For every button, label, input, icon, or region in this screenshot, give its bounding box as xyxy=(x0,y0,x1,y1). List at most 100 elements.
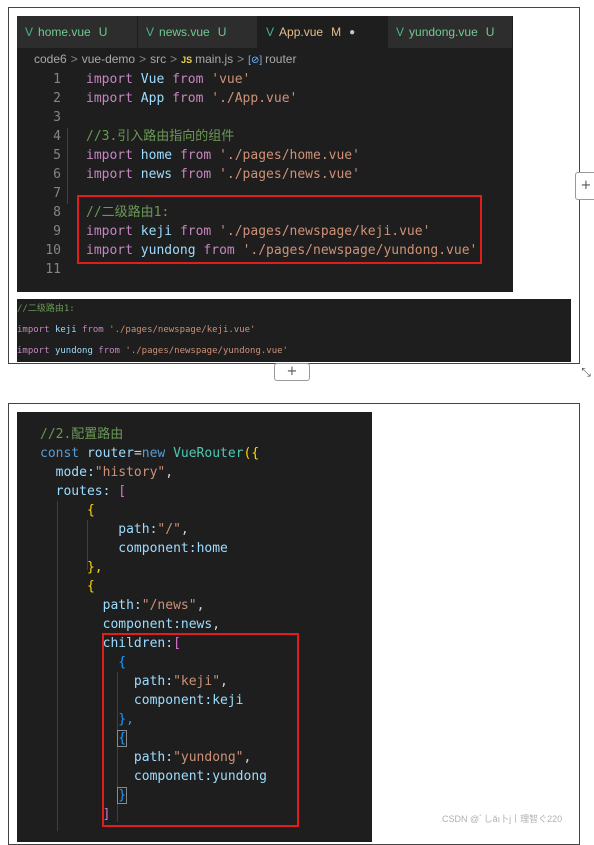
code-line: 5 import home from './pages/home.vue' xyxy=(17,146,513,165)
keyword: import xyxy=(17,325,50,335)
keyword: const xyxy=(40,446,80,461)
breadcrumb-separator: > xyxy=(139,52,147,66)
code-line: path:"/", xyxy=(40,520,267,539)
line-number: 1 xyxy=(53,72,61,87)
javascript-file-icon: JS xyxy=(181,55,193,65)
keyword: import xyxy=(86,148,133,163)
string-literal: './pages/home.vue' xyxy=(219,148,360,163)
punctuation: , xyxy=(180,522,189,537)
line-number: 8 xyxy=(53,205,61,220)
tab-app-vue[interactable]: V App.vue M ● xyxy=(258,16,388,48)
tab-yundong-vue[interactable]: V yundong.vue U xyxy=(388,16,513,48)
snippet-line: //二级路由1: xyxy=(17,299,571,320)
keyword: new xyxy=(141,446,166,461)
editor-screenshot: V home.vue U V news.vue U V App.vue M ● … xyxy=(17,16,513,292)
code-line: { xyxy=(40,577,267,596)
git-status-modified: M xyxy=(331,25,342,39)
identifier: news xyxy=(180,617,213,632)
identifier: Vue xyxy=(140,72,165,87)
identifier: news xyxy=(140,167,173,182)
snippet-line: import keji from './pages/newspage/keji.… xyxy=(17,320,571,341)
breadcrumb: code6 > vue-demo > src > JS main.js > [⊘] router xyxy=(34,52,296,66)
string-literal: 'vue' xyxy=(211,72,251,87)
breadcrumb-file[interactable]: main.js xyxy=(195,52,233,66)
operator: = xyxy=(133,446,142,461)
keyword: from xyxy=(179,148,212,163)
breadcrumb-item[interactable]: src xyxy=(150,52,166,66)
code-line: 6 import news from './pages/news.vue' xyxy=(17,165,513,184)
identifier: yundong xyxy=(54,346,93,356)
code-line: mode:"history", xyxy=(40,463,267,482)
line-number: 10 xyxy=(45,243,61,258)
line-number: 11 xyxy=(45,262,61,277)
comment: //3.引入路由指向的组件 xyxy=(86,129,235,144)
identifier: keji xyxy=(54,325,77,335)
breadcrumb-symbol[interactable]: router xyxy=(265,52,296,66)
vue-file-icon: V xyxy=(396,25,405,39)
punctuation: , xyxy=(196,598,205,613)
keyword: from xyxy=(172,72,204,87)
variable-symbol-icon: [⊘] xyxy=(248,55,263,66)
editor-tab-bar: V home.vue U V news.vue U V App.vue M ● … xyxy=(17,16,513,48)
property: component: xyxy=(102,617,181,632)
code-line: path:"/news", xyxy=(40,596,267,615)
add-block-right-button[interactable]: + xyxy=(575,172,594,200)
keyword: import xyxy=(17,346,50,356)
keyword: from xyxy=(98,346,120,356)
comment: //2.配置路由 xyxy=(40,427,124,442)
property: path: xyxy=(118,522,158,537)
property: component: xyxy=(118,541,197,556)
unsaved-dot-icon[interactable]: ● xyxy=(349,27,355,38)
code-line: { xyxy=(40,501,267,520)
string-literal: "/news" xyxy=(141,598,197,613)
vue-file-icon: V xyxy=(266,25,275,39)
code-line: const router=new VueRouter({ xyxy=(40,444,267,463)
line-number: 7 xyxy=(53,186,61,201)
breadcrumb-separator: > xyxy=(237,52,245,66)
bracket: [ xyxy=(118,484,127,499)
string-literal: "history" xyxy=(94,465,166,480)
identifier: home xyxy=(196,541,228,556)
highlight-box xyxy=(77,195,482,264)
tab-home-vue[interactable]: V home.vue U xyxy=(17,16,138,48)
property: routes: xyxy=(55,484,111,499)
tab-label: App.vue xyxy=(279,25,324,39)
breadcrumb-separator: > xyxy=(70,52,78,66)
bracket: }, xyxy=(86,560,103,575)
bracket: { xyxy=(86,503,95,518)
image-block-2: //2.配置路由 const router=new VueRouter({ mo… xyxy=(8,403,580,845)
code-line: }, xyxy=(40,558,267,577)
punctuation: , xyxy=(165,465,174,480)
string-literal: "/" xyxy=(157,522,181,537)
keyword: import xyxy=(86,167,133,182)
bracket: { xyxy=(86,579,95,594)
class-name: VueRouter xyxy=(173,446,244,461)
identifier: App xyxy=(140,91,165,106)
property: path: xyxy=(102,598,142,613)
code-line: //2.配置路由 xyxy=(40,425,267,444)
git-status-untracked: U xyxy=(98,25,108,39)
comment: //二级路由1: xyxy=(17,304,75,314)
keyword: from xyxy=(82,325,104,335)
line-number: 9 xyxy=(53,224,61,239)
string-literal: './pages/newspage/keji.vue' xyxy=(109,325,256,335)
add-block-below-button[interactable]: + xyxy=(274,363,310,381)
keyword: from xyxy=(179,167,212,182)
breadcrumb-item[interactable]: code6 xyxy=(34,52,67,66)
resize-handle-icon[interactable]: ⤡ xyxy=(578,364,594,380)
tab-label: news.vue xyxy=(159,25,210,39)
identifier: router xyxy=(86,446,134,461)
line-number: 5 xyxy=(53,148,61,163)
code-line: component:news, xyxy=(40,615,267,634)
git-status-untracked: U xyxy=(217,25,227,39)
tab-news-vue[interactable]: V news.vue U xyxy=(138,16,258,48)
identifier: home xyxy=(140,148,173,163)
code-line: 1 import Vue from 'vue' xyxy=(17,70,513,89)
vue-file-icon: V xyxy=(25,25,34,39)
property: mode: xyxy=(55,465,95,480)
bracket: ({ xyxy=(243,446,260,461)
string-literal: './pages/news.vue' xyxy=(219,167,360,182)
breadcrumb-item[interactable]: vue-demo xyxy=(82,52,135,66)
code-line: 2 import App from './App.vue' xyxy=(17,89,513,108)
highlight-box xyxy=(102,633,299,827)
